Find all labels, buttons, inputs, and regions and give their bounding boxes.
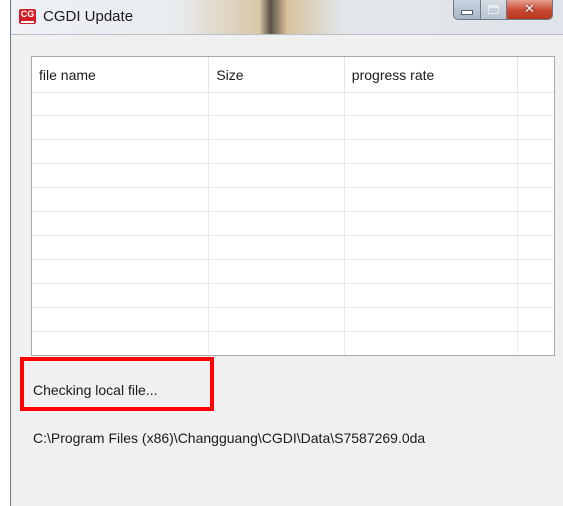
list-cell xyxy=(518,212,554,235)
list-row[interactable] xyxy=(32,236,554,260)
list-cell xyxy=(518,116,554,139)
list-row[interactable] xyxy=(32,308,554,332)
file-list[interactable]: file name Size progress rate xyxy=(31,56,555,356)
minimize-icon xyxy=(461,10,473,15)
cgdi-logo-icon: CG xyxy=(19,9,36,24)
list-cell xyxy=(518,92,554,115)
list-cell xyxy=(209,188,345,211)
update-window: CG CGDI Update ✕ file name Size progress… xyxy=(10,0,563,506)
caption-buttons: ✕ xyxy=(453,0,553,22)
logo-text: CG xyxy=(20,9,35,19)
highlight-box xyxy=(20,357,214,411)
list-row[interactable] xyxy=(32,164,554,188)
list-cell xyxy=(209,164,345,187)
list-cell xyxy=(32,212,210,235)
list-cell xyxy=(209,260,345,283)
column-header-file-name[interactable]: file name xyxy=(32,57,210,92)
list-cell xyxy=(32,332,210,355)
list-row[interactable] xyxy=(32,140,554,164)
list-cell xyxy=(345,92,519,115)
list-cell xyxy=(32,92,210,115)
list-cell xyxy=(345,164,519,187)
list-cell xyxy=(209,116,345,139)
list-row[interactable] xyxy=(32,92,554,116)
title-bar[interactable]: CG CGDI Update ✕ xyxy=(11,0,563,35)
list-cell xyxy=(518,140,554,163)
maximize-button xyxy=(481,0,507,20)
list-row[interactable] xyxy=(32,116,554,140)
list-cell xyxy=(32,140,210,163)
column-header-size[interactable]: Size xyxy=(209,57,345,92)
list-row[interactable] xyxy=(32,212,554,236)
list-cell xyxy=(345,332,519,355)
list-cell xyxy=(32,236,210,259)
column-header-progress-rate[interactable]: progress rate xyxy=(345,57,519,92)
list-row[interactable] xyxy=(32,332,554,355)
list-header: file name Size progress rate xyxy=(32,57,554,93)
list-row[interactable] xyxy=(32,284,554,308)
list-cell xyxy=(209,92,345,115)
minimize-button[interactable] xyxy=(453,0,481,20)
list-cell xyxy=(209,140,345,163)
list-cell xyxy=(518,164,554,187)
list-cell xyxy=(518,188,554,211)
list-row[interactable] xyxy=(32,188,554,212)
list-cell xyxy=(209,284,345,307)
list-cell xyxy=(209,308,345,331)
list-row[interactable] xyxy=(32,260,554,284)
list-cell xyxy=(32,116,210,139)
list-cell xyxy=(345,212,519,235)
list-cell xyxy=(518,332,554,355)
list-cell xyxy=(209,332,345,355)
list-cell xyxy=(345,284,519,307)
list-cell xyxy=(32,308,210,331)
list-cell xyxy=(518,308,554,331)
list-cell xyxy=(518,236,554,259)
window-title: CGDI Update xyxy=(43,8,134,25)
list-cell xyxy=(209,212,345,235)
current-file-path: C:\Program Files (x86)\Changguang\CGDI\D… xyxy=(33,430,426,446)
column-header-filler xyxy=(518,57,554,92)
list-rows xyxy=(32,92,554,355)
list-cell xyxy=(32,284,210,307)
list-cell xyxy=(345,116,519,139)
close-button[interactable]: ✕ xyxy=(507,0,553,20)
list-cell xyxy=(345,308,519,331)
list-cell xyxy=(32,164,210,187)
close-icon: ✕ xyxy=(524,2,535,17)
list-cell xyxy=(518,284,554,307)
maximize-icon xyxy=(488,5,499,14)
list-cell xyxy=(345,260,519,283)
list-cell xyxy=(32,188,210,211)
list-cell xyxy=(209,236,345,259)
list-cell xyxy=(518,260,554,283)
list-cell xyxy=(32,260,210,283)
list-cell xyxy=(345,236,519,259)
list-cell xyxy=(345,140,519,163)
list-cell xyxy=(345,188,519,211)
